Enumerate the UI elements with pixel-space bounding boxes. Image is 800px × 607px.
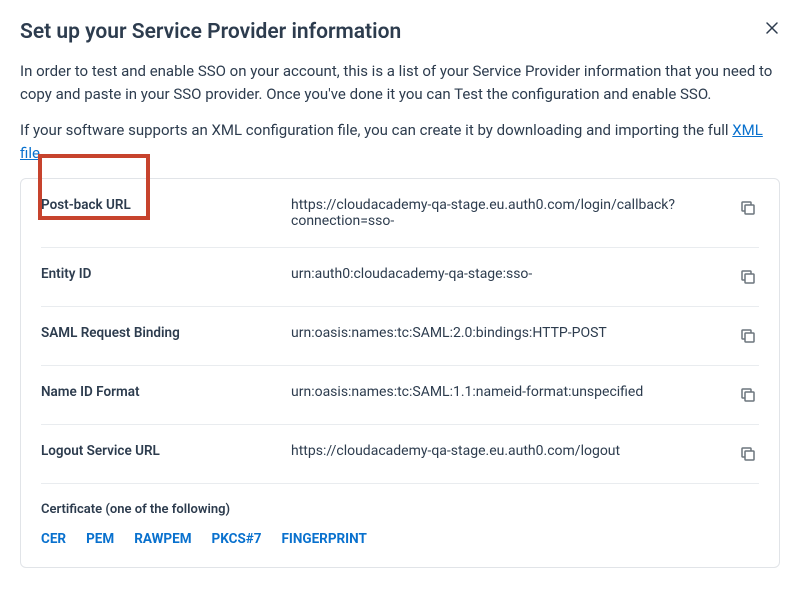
close-button[interactable] bbox=[764, 20, 780, 40]
certificate-section: Certificate (one of the following) CER P… bbox=[41, 484, 759, 547]
copy-button[interactable] bbox=[737, 266, 759, 288]
copy-icon bbox=[739, 327, 757, 345]
description-1: In order to test and enable SSO on your … bbox=[20, 60, 780, 105]
row-label: SAML Request Binding bbox=[41, 325, 291, 341]
copy-button[interactable] bbox=[737, 443, 759, 465]
row-label: Logout Service URL bbox=[41, 443, 291, 459]
row-nameid-format: Name ID Format urn:oasis:names:tc:SAML:1… bbox=[41, 366, 759, 425]
cert-link-pkcs7[interactable]: PKCS#7 bbox=[212, 531, 262, 547]
row-label: Post-back URL bbox=[41, 197, 291, 213]
row-postback-url: Post-back URL https://cloudacademy-qa-st… bbox=[41, 179, 759, 248]
row-entity-id: Entity ID urn:auth0:cloudacademy-qa-stag… bbox=[41, 248, 759, 307]
cert-link-cer[interactable]: CER bbox=[41, 531, 66, 547]
copy-button[interactable] bbox=[737, 384, 759, 406]
copy-icon bbox=[739, 268, 757, 286]
info-card: Post-back URL https://cloudacademy-qa-st… bbox=[20, 178, 780, 568]
copy-icon bbox=[739, 445, 757, 463]
description-2-post: . bbox=[40, 144, 44, 162]
row-logout-url: Logout Service URL https://cloudacademy-… bbox=[41, 425, 759, 484]
row-label: Entity ID bbox=[41, 266, 291, 282]
row-value: urn:oasis:names:tc:SAML:2.0:bindings:HTT… bbox=[291, 325, 737, 341]
certificate-links: CER PEM RAWPEM PKCS#7 FINGERPRINT bbox=[41, 531, 759, 547]
description-2: If your software supports an XML configu… bbox=[20, 119, 780, 164]
row-value: https://cloudacademy-qa-stage.eu.auth0.c… bbox=[291, 443, 737, 459]
copy-button[interactable] bbox=[737, 197, 759, 219]
description-2-pre: If your software supports an XML configu… bbox=[20, 121, 732, 139]
page-title: Set up your Service Provider information bbox=[20, 20, 401, 44]
row-value: urn:auth0:cloudacademy-qa-stage:sso- bbox=[291, 266, 737, 282]
row-value: https://cloudacademy-qa-stage.eu.auth0.c… bbox=[291, 197, 737, 229]
certificate-label: Certificate (one of the following) bbox=[41, 502, 759, 517]
copy-button[interactable] bbox=[737, 325, 759, 347]
close-icon bbox=[764, 20, 780, 36]
row-saml-binding: SAML Request Binding urn:oasis:names:tc:… bbox=[41, 307, 759, 366]
cert-link-fingerprint[interactable]: FINGERPRINT bbox=[282, 531, 367, 547]
copy-icon bbox=[739, 386, 757, 404]
row-value: urn:oasis:names:tc:SAML:1.1:nameid-forma… bbox=[291, 384, 737, 400]
cert-link-rawpem[interactable]: RAWPEM bbox=[134, 531, 191, 547]
cert-link-pem[interactable]: PEM bbox=[86, 531, 114, 547]
copy-icon bbox=[739, 199, 757, 217]
row-label: Name ID Format bbox=[41, 384, 291, 400]
